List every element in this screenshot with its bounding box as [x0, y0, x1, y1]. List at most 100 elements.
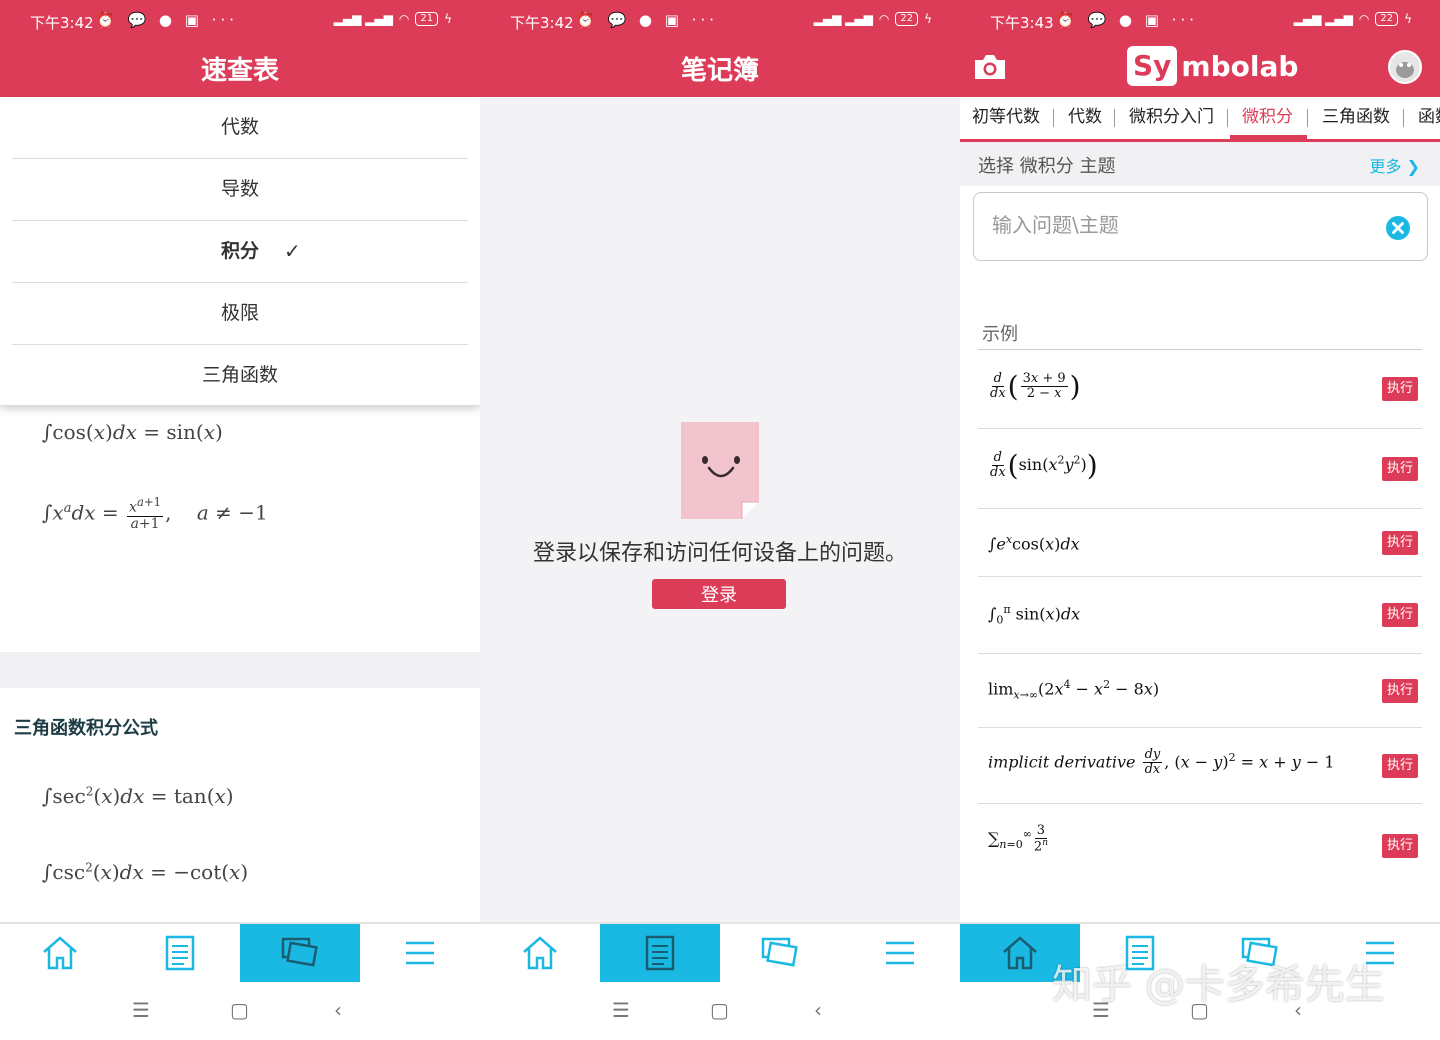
system-icons: ▂▄▆ ▂▄▆ ◠ 21 ϟ [334, 12, 452, 26]
example-row[interactable]: implicit derivative dy dx, (x − y)2 = x +… [978, 728, 1422, 804]
charging-icon: ϟ [924, 12, 932, 26]
home-icon [523, 936, 557, 970]
status-bar: 下午3:43 ⏰ 💬 ● ▣ ··· ▂▄▆ ▂▄▆ ◠ 22 ϟ [960, 0, 1440, 42]
login-button[interactable]: 登录 [652, 579, 786, 609]
menu-item-trig[interactable]: 三角函数 [12, 345, 468, 407]
page-title: 笔记簿 [680, 56, 759, 86]
formula-power-integral: ∫xadx = xa+1 a+1, a ≠ −1 [42, 495, 268, 533]
notification-icons: ⏰ 💬 ● ▣ ··· [576, 11, 718, 29]
status-time: 下午3:43 [990, 14, 1054, 32]
section-divider [0, 652, 480, 688]
notebook-empty-state: 登录以保存和访问任何设备上的问题。 登录 [480, 97, 960, 922]
signal-icon: ▂▄▆ ▂▄▆ [813, 12, 873, 26]
page-title: 速查表 [200, 56, 279, 86]
formula-csc-squared-integral: ∫csc2(x)dx = −cot(x) [42, 860, 249, 884]
nav-notebook[interactable] [600, 924, 720, 982]
menu-item-limits[interactable]: 极限 [12, 283, 468, 345]
example-row[interactable]: ∑n=0∞ 3 2n 执行 [978, 804, 1422, 888]
battery-icon: 22 [895, 12, 919, 26]
tab-trigonometry[interactable]: 三角函数 [1322, 97, 1390, 139]
system-icons: ▂▄▆ ▂▄▆ ◠ 22 ϟ [1294, 12, 1412, 26]
run-button[interactable]: 执行 [1382, 754, 1418, 778]
more-link[interactable]: 更多 ❯ [1369, 153, 1420, 177]
clear-icon[interactable] [1385, 215, 1411, 241]
nav-cheat-sheet[interactable] [720, 924, 840, 982]
example-row[interactable]: ∫0π sin(x)dx 执行 [978, 577, 1422, 654]
tab-functions[interactable]: 函数 [1418, 97, 1440, 139]
battery-icon: 22 [1375, 12, 1399, 26]
nav-notebook[interactable] [120, 924, 240, 982]
status-bar: 下午3:42 ⏰ 💬 ● ▣ ··· ▂▄▆ ▂▄▆ ◠ 22 ϟ [480, 0, 960, 42]
formula-sec-squared-integral: ∫sec2(x)dx = tan(x) [42, 784, 234, 808]
nav-home[interactable] [480, 924, 600, 982]
tab-pre-calculus[interactable]: 微积分入门 [1129, 97, 1214, 139]
nav-home[interactable] [0, 924, 120, 982]
login-prompt-message: 登录以保存和访问任何设备上的问题。 [532, 541, 907, 566]
example-formula: d dx (sin(x2y2)) [990, 449, 1098, 482]
charging-icon: ϟ [444, 12, 452, 26]
nav-menu[interactable] [360, 924, 480, 982]
example-row[interactable]: ∫excos(x)dx 执行 [978, 509, 1422, 577]
notification-icons: ⏰ 💬 ● ▣ ··· [96, 11, 238, 29]
smiling-note-icon [681, 422, 759, 519]
battery-icon: 21 [415, 12, 439, 26]
symbolab-logo: Sy mbolab [1127, 45, 1298, 87]
notebook-icon [165, 935, 195, 971]
menu-item-derivatives[interactable]: 导数 [12, 159, 468, 221]
active-tab-indicator [1230, 135, 1307, 139]
search-input[interactable] [992, 213, 1372, 237]
cheat-sheet-icon [761, 937, 798, 967]
run-button[interactable]: 执行 [1382, 457, 1418, 481]
tab-calculus[interactable]: 微积分 [1242, 97, 1293, 139]
run-button[interactable]: 执行 [1382, 679, 1418, 703]
avatar[interactable] [1388, 50, 1422, 84]
topic-bar: 选择 微积分 主题 更多 ❯ [960, 142, 1440, 186]
screenshot-collage: 下午3:42 ⏰ 💬 ● ▣ ··· ▂▄▆ ▂▄▆ ◠ 21 ϟ 速查表 代数… [0, 0, 1440, 1040]
example-formula: d dx(3x + 92 − x) [990, 370, 1081, 403]
examples-label: 示例 [982, 324, 1018, 345]
example-formula: implicit derivative dy dx, (x − y)2 = x +… [988, 747, 1335, 778]
example-row[interactable]: d dx (sin(x2y2)) 执行 [978, 429, 1422, 509]
hamburger-icon [886, 941, 914, 965]
system-icons: ▂▄▆ ▂▄▆ ◠ 22 ϟ [814, 12, 932, 26]
bottom-nav [0, 922, 480, 982]
home-icon [43, 936, 77, 970]
cheat-sheet-icon [281, 937, 318, 967]
run-button[interactable]: 执行 [1382, 531, 1418, 555]
example-row[interactable]: limx→∞(2x4 − x2 − 8x) 执行 [978, 654, 1422, 728]
checkmark-icon: ✓ [284, 239, 301, 263]
example-formula: ∑n=0∞ 3 2n [988, 823, 1048, 855]
status-bar: 下午3:42 ⏰ 💬 ● ▣ ··· ▂▄▆ ▂▄▆ ◠ 21 ϟ [0, 0, 480, 42]
home-square-icon[interactable]: ▢ [230, 998, 249, 1022]
avatar-icon [1390, 52, 1420, 82]
recents-icon[interactable]: ☰ [612, 998, 630, 1022]
wifi-icon: ◠ [878, 12, 890, 26]
topic-dropdown-menu: 代数 导数 积分 ✓ 极限 三角函数 [0, 97, 480, 405]
status-time: 下午3:42 [30, 14, 94, 32]
signal-icon: ▂▄▆ ▂▄▆ [333, 12, 393, 26]
back-icon[interactable]: ‹ [334, 998, 342, 1022]
nav-menu[interactable] [840, 924, 960, 982]
wifi-icon: ◠ [1358, 12, 1370, 26]
recents-icon[interactable]: ☰ [132, 998, 150, 1022]
tab-pre-algebra[interactable]: 初等代数 [972, 97, 1040, 139]
back-icon[interactable]: ‹ [814, 998, 822, 1022]
home-square-icon[interactable]: ▢ [710, 998, 729, 1022]
nav-cheat-sheet[interactable] [240, 924, 360, 982]
formula-cos-integral: ∫cos(x)dx = sin(x) [42, 420, 223, 444]
section-title: 三角函数积分公式 [14, 718, 158, 739]
run-button[interactable]: 执行 [1382, 377, 1418, 401]
run-button[interactable]: 执行 [1382, 603, 1418, 627]
example-formula: ∫0π sin(x)dx [988, 603, 1081, 627]
hamburger-icon [406, 941, 434, 965]
example-row[interactable]: d dx(3x + 92 − x) 执行 [978, 350, 1422, 429]
camera-icon[interactable] [972, 52, 1008, 82]
status-time: 下午3:42 [510, 14, 574, 32]
home-icon [1003, 936, 1037, 970]
tab-algebra[interactable]: 代数 [1068, 97, 1102, 139]
subject-tabs: 初等代数 代数 微积分入门 微积分 三角函数 函数 [960, 97, 1440, 142]
watermark: 知乎 @卡多希先生 [1052, 962, 1385, 1008]
menu-item-integrals[interactable]: 积分 ✓ [12, 221, 468, 283]
run-button[interactable]: 执行 [1382, 834, 1418, 858]
menu-item-algebra[interactable]: 代数 [12, 97, 468, 159]
